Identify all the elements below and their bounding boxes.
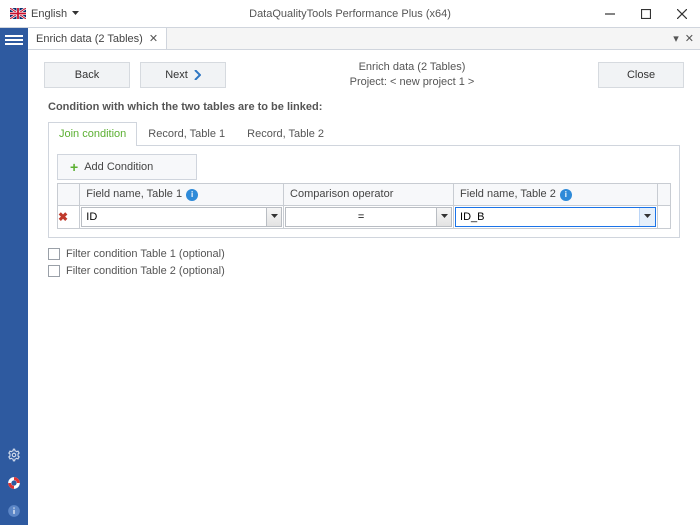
field1-input[interactable] bbox=[81, 207, 266, 227]
join-panel: + Add Condition Field name, Table 1i Com… bbox=[48, 146, 680, 238]
chevron-right-icon bbox=[194, 70, 201, 80]
language-selector[interactable]: English bbox=[4, 4, 85, 24]
close-icon[interactable]: ✕ bbox=[149, 32, 158, 45]
left-rail bbox=[0, 28, 28, 525]
checkbox-icon bbox=[48, 248, 60, 260]
field1-combo[interactable] bbox=[81, 207, 282, 227]
filter-table1-checkbox[interactable]: Filter condition Table 1 (optional) bbox=[48, 248, 680, 260]
doc-tab-label: Enrich data (2 Tables) bbox=[36, 33, 143, 45]
language-label: English bbox=[31, 8, 67, 20]
chevron-down-icon[interactable] bbox=[639, 208, 655, 226]
col-operator: Comparison operator bbox=[284, 183, 454, 205]
gear-icon[interactable] bbox=[6, 447, 22, 463]
close-button[interactable]: Close bbox=[598, 62, 684, 88]
operator-input[interactable] bbox=[285, 207, 436, 227]
close-window-button[interactable] bbox=[664, 0, 700, 28]
chevron-down-icon[interactable] bbox=[436, 207, 452, 227]
tab-join-condition[interactable]: Join condition bbox=[48, 122, 137, 146]
doc-tab-enrich[interactable]: Enrich data (2 Tables) ✕ bbox=[28, 28, 167, 49]
operator-combo[interactable] bbox=[285, 207, 452, 227]
wizard-project: Project: < new project 1 > bbox=[236, 75, 588, 90]
condition-row: ✖ bbox=[58, 205, 671, 228]
field2-combo[interactable] bbox=[455, 207, 656, 227]
condition-table: Field name, Table 1i Comparison operator… bbox=[57, 183, 671, 229]
chevron-down-icon[interactable] bbox=[266, 207, 282, 227]
checkbox-icon bbox=[48, 265, 60, 277]
close-all-icon[interactable]: ✕ bbox=[685, 32, 694, 45]
info-icon[interactable] bbox=[6, 503, 22, 519]
chevron-down-icon bbox=[72, 11, 79, 16]
wizard-heading: Enrich data (2 Tables) bbox=[236, 60, 588, 75]
help-lifebuoy-icon[interactable] bbox=[6, 475, 22, 491]
link-tabs: Join condition Record, Table 1 Record, T… bbox=[48, 121, 680, 146]
titlebar: English DataQualityTools Performance Plu… bbox=[0, 0, 700, 28]
add-condition-button[interactable]: + Add Condition bbox=[57, 154, 197, 180]
tab-record-table2[interactable]: Record, Table 2 bbox=[236, 122, 335, 146]
section-title: Condition with which the two tables are … bbox=[48, 101, 680, 113]
filter-table2-checkbox[interactable]: Filter condition Table 2 (optional) bbox=[48, 265, 680, 277]
flag-uk-icon bbox=[10, 8, 26, 19]
delete-row-icon[interactable]: ✖ bbox=[58, 210, 68, 224]
back-button[interactable]: Back bbox=[44, 62, 130, 88]
col-field1: Field name, Table 1i bbox=[80, 183, 284, 205]
minimize-button[interactable] bbox=[592, 0, 628, 28]
wizard-nav: Back Next Enrich data (2 Tables) Project… bbox=[28, 50, 700, 101]
tab-options-icon[interactable]: ▾ bbox=[673, 32, 679, 45]
filter-options: Filter condition Table 1 (optional) Filt… bbox=[48, 248, 680, 277]
condition-header-row: Field name, Table 1i Comparison operator… bbox=[58, 183, 671, 205]
tab-record-table1[interactable]: Record, Table 1 bbox=[137, 122, 236, 146]
info-icon[interactable]: i bbox=[186, 189, 198, 201]
col-field2: Field name, Table 2i bbox=[454, 183, 658, 205]
document-tabs: Enrich data (2 Tables) ✕ ▾ ✕ bbox=[28, 28, 700, 50]
next-button[interactable]: Next bbox=[140, 62, 226, 88]
hamburger-icon[interactable] bbox=[5, 33, 23, 47]
plus-icon: + bbox=[70, 160, 78, 174]
maximize-button[interactable] bbox=[628, 0, 664, 28]
info-icon[interactable]: i bbox=[560, 189, 572, 201]
window-controls bbox=[592, 0, 700, 28]
field2-input[interactable] bbox=[456, 208, 639, 226]
